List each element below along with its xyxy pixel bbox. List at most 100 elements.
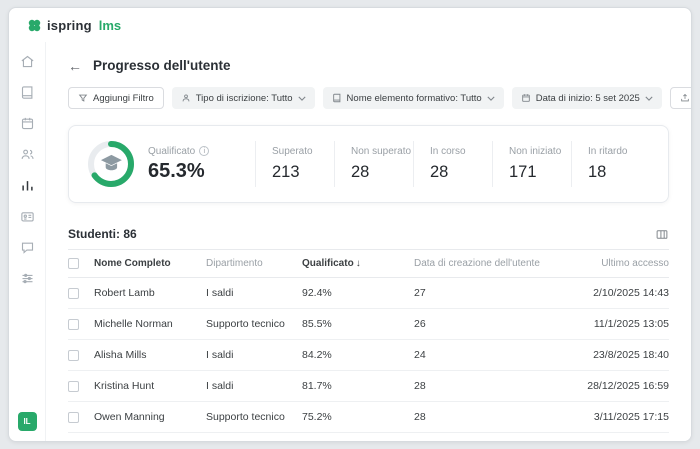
calendar-icon (521, 93, 531, 103)
course-icon (332, 93, 342, 103)
row-checkbox[interactable] (68, 412, 79, 423)
stat-value: 28 (351, 163, 413, 182)
select-all-checkbox[interactable] (68, 258, 79, 269)
add-filter-button[interactable]: Aggiungi Filtro (68, 87, 164, 109)
cell-name: Alisha Mills (94, 340, 206, 371)
cell-created: 28 (414, 402, 572, 433)
filter-chip-course[interactable]: Nome elemento formativo: Tutto (323, 87, 504, 109)
columns-icon (655, 228, 669, 241)
sidebar-item-courses[interactable] (17, 83, 37, 101)
sidebar-item-users[interactable] (17, 145, 37, 163)
table-row[interactable]: Owen Manning Supporto tecnico 75.2% 28 3… (68, 402, 669, 433)
stat-label: Non iniziato (509, 146, 571, 157)
column-header-department[interactable]: Dipartimento (206, 250, 302, 278)
app-window: ispringlms IL ← P (8, 7, 692, 442)
filter-chip-label: Data di inizio: 5 set 2025 (536, 93, 640, 104)
students-count: Studenti: 86 (68, 227, 137, 241)
add-filter-label: Aggiungi Filtro (93, 93, 154, 104)
sidebar-item-reports[interactable] (17, 176, 37, 194)
column-header-qualified[interactable]: Qualificato↓ (302, 250, 414, 278)
cell-qualified: 92.4% (302, 278, 414, 309)
filter-chip-enrollment[interactable]: Tipo di iscrizione: Tutto (172, 87, 315, 109)
info-icon[interactable]: i (199, 146, 209, 156)
qualified-block: Qualificato i 65.3% (87, 140, 255, 188)
cell-name: Michelle Norman (94, 309, 206, 340)
row-checkbox-cell (68, 278, 94, 309)
students-table: Nome Completo Dipartimento Qualificato↓ … (68, 249, 669, 433)
cell-created: 26 (414, 309, 572, 340)
cell-last-access: 3/11/2025 17:15 (572, 402, 669, 433)
filter-chip-label: Tipo di iscrizione: Tutto (196, 93, 293, 104)
filter-chip-label: Nome elemento formativo: Tutto (347, 93, 482, 104)
calendar-icon (20, 116, 35, 131)
sidebar-item-calendar[interactable] (17, 114, 37, 132)
row-checkbox[interactable] (68, 381, 79, 392)
qualified-donut (87, 140, 135, 188)
cell-last-access: 11/1/2025 13:05 (572, 309, 669, 340)
qualified-value: 65.3% (148, 160, 209, 183)
stat-label: In ritardo (588, 146, 650, 157)
stat-item: In corso 28 (413, 141, 492, 187)
table-row[interactable]: Kristina Hunt I saldi 81.7% 28 28/12/202… (68, 371, 669, 402)
cell-name: Kristina Hunt (94, 371, 206, 402)
filter-chip-start-date[interactable]: Data di inizio: 5 set 2025 (512, 87, 662, 109)
stat-value: 213 (272, 163, 334, 182)
users-icon (20, 147, 35, 162)
brand-suffix: lms (99, 18, 121, 33)
cell-name: Owen Manning (94, 402, 206, 433)
cell-last-access: 2/10/2025 14:43 (572, 278, 669, 309)
cell-last-access: 23/8/2025 18:40 (572, 340, 669, 371)
export-button[interactable]: Esporta (670, 87, 692, 109)
topbar: ispring lms (9, 8, 691, 42)
page-header: ← Progresso dell'utente (68, 58, 669, 73)
cell-created: 27 (414, 278, 572, 309)
cell-created: 28 (414, 371, 572, 402)
toolbar-right: Esporta ⋯ (670, 87, 692, 109)
qualified-label: Qualificato (148, 146, 195, 157)
table-row[interactable]: Alisha Mills I saldi 84.2% 24 23/8/2025 … (68, 340, 669, 371)
main-content: ← Progresso dell'utente Aggiungi Filtro … (46, 42, 691, 441)
column-header-name[interactable]: Nome Completo (94, 250, 206, 278)
stat-label: In corso (430, 146, 492, 157)
graduation-cap-icon (101, 155, 122, 170)
id-card-icon (20, 209, 35, 224)
cell-department: I saldi (206, 278, 302, 309)
table-row[interactable]: Robert Lamb I saldi 92.4% 27 2/10/2025 1… (68, 278, 669, 309)
filter-toolbar: Aggiungi Filtro Tipo di iscrizione: Tutt… (68, 87, 669, 109)
row-checkbox-cell (68, 371, 94, 402)
students-header: Studenti: 86 (68, 227, 669, 241)
chevron-down-icon (298, 96, 306, 101)
stat-label: Superato (272, 146, 334, 157)
ispring-logo-icon (27, 18, 42, 33)
cell-department: Supporto tecnico (206, 402, 302, 433)
cell-department: I saldi (206, 371, 302, 402)
cell-created: 24 (414, 340, 572, 371)
brand-name: ispring (47, 18, 92, 33)
row-checkbox[interactable] (68, 319, 79, 330)
page-title: Progresso dell'utente (93, 58, 231, 73)
table-header-row: Nome Completo Dipartimento Qualificato↓ … (68, 250, 669, 278)
cell-qualified: 85.5% (302, 309, 414, 340)
ispring-logo[interactable]: ispring lms (27, 18, 121, 33)
sidebar-item-settings[interactable] (17, 269, 37, 287)
cell-qualified: 75.2% (302, 402, 414, 433)
cell-last-access: 28/12/2025 16:59 (572, 371, 669, 402)
filter-icon (78, 93, 88, 103)
row-checkbox[interactable] (68, 350, 79, 361)
sidebar-item-certificates[interactable] (17, 207, 37, 225)
sort-desc-icon: ↓ (356, 258, 361, 269)
sidebar-item-messages[interactable] (17, 238, 37, 256)
chevron-down-icon (645, 96, 653, 101)
column-header-last-access[interactable]: Ultimo accesso (572, 250, 669, 278)
column-header-created[interactable]: Data di creazione dell'utente (414, 250, 572, 278)
sidebar-item-home[interactable] (17, 52, 37, 70)
row-checkbox[interactable] (68, 288, 79, 299)
avatar[interactable]: IL (18, 412, 37, 431)
column-settings-button[interactable] (655, 228, 669, 241)
table-row[interactable]: Michelle Norman Supporto tecnico 85.5% 2… (68, 309, 669, 340)
back-button[interactable]: ← (68, 59, 82, 73)
export-icon (680, 93, 690, 103)
cell-name: Robert Lamb (94, 278, 206, 309)
stat-value: 18 (588, 163, 650, 182)
enrollment-icon (181, 93, 191, 103)
